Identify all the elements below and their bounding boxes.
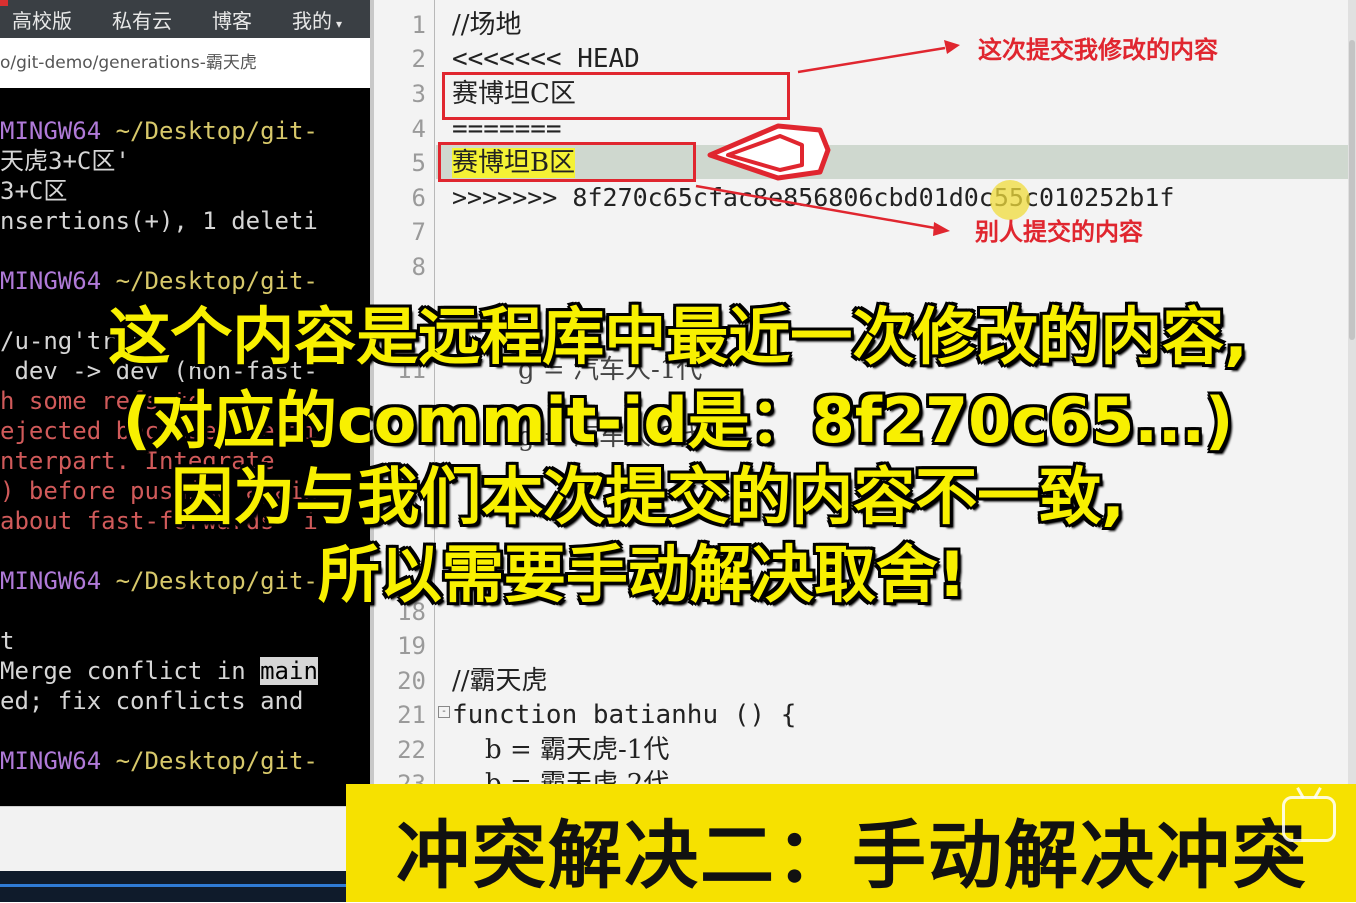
top-nav: 高校版 私有云 博客 我的 ▾ [0,0,370,38]
window-marker-icon [0,0,8,6]
code-line-20: //霸天虎 [452,666,548,696]
terminal-text: t [0,627,15,655]
terminal-text: 天虎3+C区' [0,147,130,175]
overlay-caption-line-1: 这个内容是远程库中最近一次修改的内容, [108,300,1248,373]
terminal-text: ~/Desktop/git- [115,117,318,145]
terminal-line: MINGW64 ~/Desktop/git- [0,746,318,776]
terminal-text: ~/Desktop/git- [115,747,318,775]
bilibili-tv-icon [1282,796,1336,842]
annotation-others-label: 别人提交的内容 [975,218,1143,246]
nav-item-mine[interactable]: 我的 ▾ [278,5,342,34]
terminal-text: MINGW64 [0,747,116,775]
annotation-mine-label: 这次提交我修改的内容 [978,36,1218,64]
terminal-text: ed; fix conflicts and [0,687,304,715]
nav-item-mine-label: 我的 [292,8,332,33]
terminal-line: nsertions(+), 1 deleti [0,206,318,236]
terminal-text: main [260,657,318,685]
overlay-caption-line-3: 因为与我们本次提交的内容不一致, [171,460,1125,533]
repo-path: o/git-demo/generations-霸天虎 [0,53,257,73]
nav-item-private-cloud[interactable]: 私有云 [98,5,172,34]
terminal-line: MINGW64 ~/Desktop/git- [0,116,318,146]
terminal-line: 3+C区 [0,176,67,206]
line-number: 20 [397,667,426,695]
line-number: 22 [397,736,426,764]
terminal-text: MINGW64 [0,117,116,145]
line-number: 21 [397,701,426,729]
code-line-21: function batianhu () { [452,700,797,730]
fold-toggle-icon[interactable]: - [438,706,450,718]
terminal-line: ed; fix conflicts and [0,686,303,716]
nav-item-school[interactable]: 高校版 [0,5,72,34]
terminal-text: 3+C区 [0,177,68,205]
terminal-line: Merge conflict in main [0,656,318,686]
code-line-22: b = 霸天虎-1代 [452,735,670,765]
nav-item-blog[interactable]: 博客 [198,5,252,34]
chevron-down-icon: ▾ [336,16,343,31]
terminal-status-strip [0,806,370,872]
line-number: 19 [397,632,426,660]
terminal-line: 天虎3+C区' [0,146,130,176]
overlay-caption-line-4: 所以需要手动解决取舍! [317,538,967,611]
banner-title: 冲突解决二：手动解决冲突 [396,813,1308,899]
path-bar: o/git-demo/generations-霸天虎 [0,38,370,89]
terminal-line: t [0,626,14,656]
terminal-text: Merge conflict in [0,657,261,685]
title-banner: 冲突解决二：手动解决冲突 [346,784,1356,902]
terminal-text: nsertions(+), 1 deleti [0,207,318,235]
